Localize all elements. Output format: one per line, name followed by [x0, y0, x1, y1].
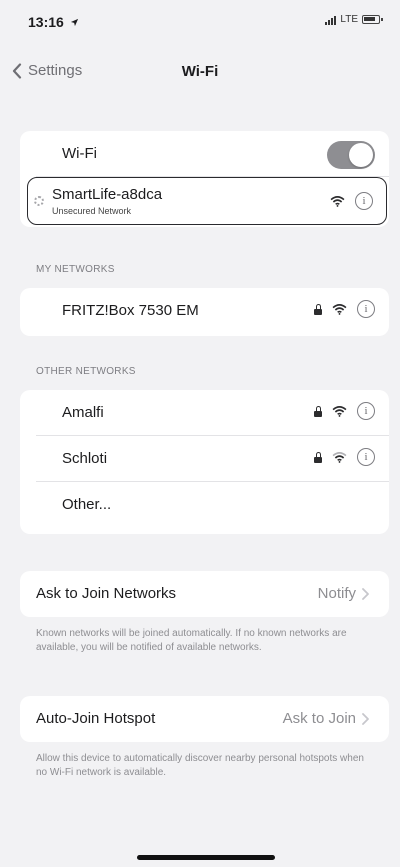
auto-join-hotspot-group: Auto-Join Hotspot Ask to Join — [20, 696, 389, 742]
other-networks-group: Amalfi i Schloti i Other... — [20, 390, 389, 534]
wifi-toggle-row: Wi-Fi — [20, 131, 389, 177]
wifi-signal-icon — [330, 195, 345, 207]
network-name: Amalfi — [62, 404, 104, 421]
my-networks-group: FRITZ!Box 7530 EM i — [20, 288, 389, 336]
connecting-network-status: Unsecured Network — [52, 206, 132, 216]
my-networks-header: MY NETWORKS — [36, 264, 115, 275]
auto-join-hotspot-label: Auto-Join Hotspot — [36, 710, 156, 727]
auto-join-hotspot-value: Ask to Join — [283, 710, 369, 727]
connecting-network-name: SmartLife-a8dca — [52, 186, 163, 203]
network-name: Schloti — [62, 450, 108, 467]
auto-join-hotspot-value-text: Ask to Join — [282, 710, 356, 727]
location-arrow-icon — [70, 18, 78, 27]
network-icons: i — [314, 300, 375, 318]
other-networks-header: OTHER NETWORKS — [36, 366, 136, 377]
status-bar: 13:16 LTE — [0, 0, 400, 44]
home-indicator[interactable] — [137, 855, 275, 860]
ask-to-join-value-text: Notify — [317, 585, 356, 602]
auto-join-hotspot-footer: Allow this device to automatically disco… — [36, 753, 364, 778]
info-circle-icon[interactable]: i — [357, 300, 375, 318]
ask-to-join-label: Ask to Join Networks — [36, 585, 177, 602]
network-row-fritzbox[interactable]: FRITZ!Box 7530 EM i — [20, 288, 389, 334]
network-icons: i — [314, 402, 375, 420]
other-network-row[interactable]: Other... — [20, 482, 389, 528]
other-network-label: Other... — [62, 496, 112, 513]
battery-icon — [362, 15, 383, 24]
lock-icon — [314, 303, 322, 315]
network-type: LTE — [340, 14, 358, 25]
chevron-right-icon — [362, 587, 369, 600]
info-circle-icon[interactable]: i — [355, 192, 373, 210]
info-circle-icon[interactable]: i — [357, 448, 375, 466]
network-row-schloti[interactable]: Schloti i — [20, 436, 389, 482]
network-icons: i — [314, 448, 375, 466]
navigation-bar: Settings Wi-Fi — [0, 56, 400, 92]
wifi-toggle-label: Wi-Fi — [62, 145, 97, 162]
chevron-right-icon — [362, 712, 369, 725]
loading-spinner-icon — [34, 196, 44, 206]
wifi-signal-icon — [332, 405, 347, 417]
ask-to-join-value: Notify — [318, 585, 369, 602]
status-time: 13:16 — [28, 14, 79, 30]
time-text: 13:16 — [28, 14, 64, 30]
page-title: Wi-Fi — [181, 63, 219, 80]
wifi-toggle-switch[interactable] — [327, 141, 375, 169]
ask-to-join-row[interactable]: Ask to Join Networks Notify — [20, 571, 389, 617]
lock-icon — [314, 451, 322, 463]
status-right: LTE — [325, 14, 383, 25]
lock-icon — [314, 405, 322, 417]
wifi-signal-icon — [332, 303, 347, 315]
auto-join-hotspot-row[interactable]: Auto-Join Hotspot Ask to Join — [20, 696, 389, 742]
ask-to-join-footer: Known networks will be joined automatica… — [36, 628, 347, 653]
wifi-signal-icon — [332, 451, 347, 463]
network-row-amalfi[interactable]: Amalfi i — [20, 390, 389, 436]
info-circle-icon[interactable]: i — [357, 402, 375, 420]
cellular-signal-icon — [325, 15, 337, 25]
ask-to-join-group: Ask to Join Networks Notify — [20, 571, 389, 617]
network-name: FRITZ!Box 7530 EM — [62, 302, 199, 319]
connecting-network-icons: i — [330, 192, 373, 210]
